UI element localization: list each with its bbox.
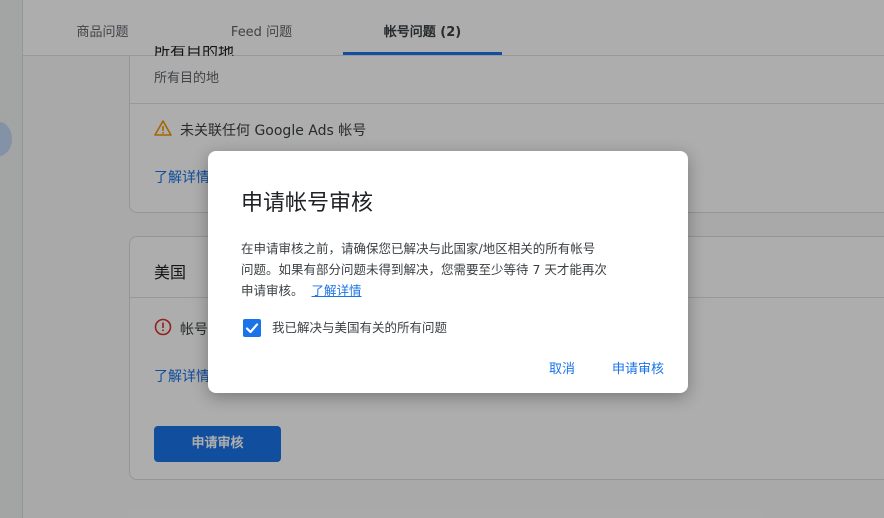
cancel-button[interactable]: 取消 bbox=[549, 358, 575, 377]
submit-review-button[interactable]: 申请审核 bbox=[612, 358, 664, 377]
dialog-title: 申请帐号审核 bbox=[241, 191, 374, 216]
dialog-body-line: 问题。如果有部分问题未得到解决，您需要至少等待 7 天才能再次 bbox=[241, 262, 607, 277]
dialog-body-line: 申请审核。 bbox=[241, 283, 304, 298]
request-review-dialog: 申请帐号审核 在申请审核之前，请确保您已解决与此国家/地区相关的所有帐号 问题。… bbox=[208, 151, 688, 393]
checkbox-label[interactable]: 我已解决与美国有关的所有问题 bbox=[272, 319, 447, 337]
dialog-body: 在申请审核之前，请确保您已解决与此国家/地区相关的所有帐号 问题。如果有部分问题… bbox=[241, 238, 666, 301]
confirm-resolved-checkbox[interactable] bbox=[243, 319, 261, 337]
dialog-learn-more-link[interactable]: 了解详情 bbox=[312, 283, 362, 298]
dialog-body-line: 在申请审核之前，请确保您已解决与此国家/地区相关的所有帐号 bbox=[241, 241, 596, 256]
checkmark-icon bbox=[245, 323, 259, 334]
